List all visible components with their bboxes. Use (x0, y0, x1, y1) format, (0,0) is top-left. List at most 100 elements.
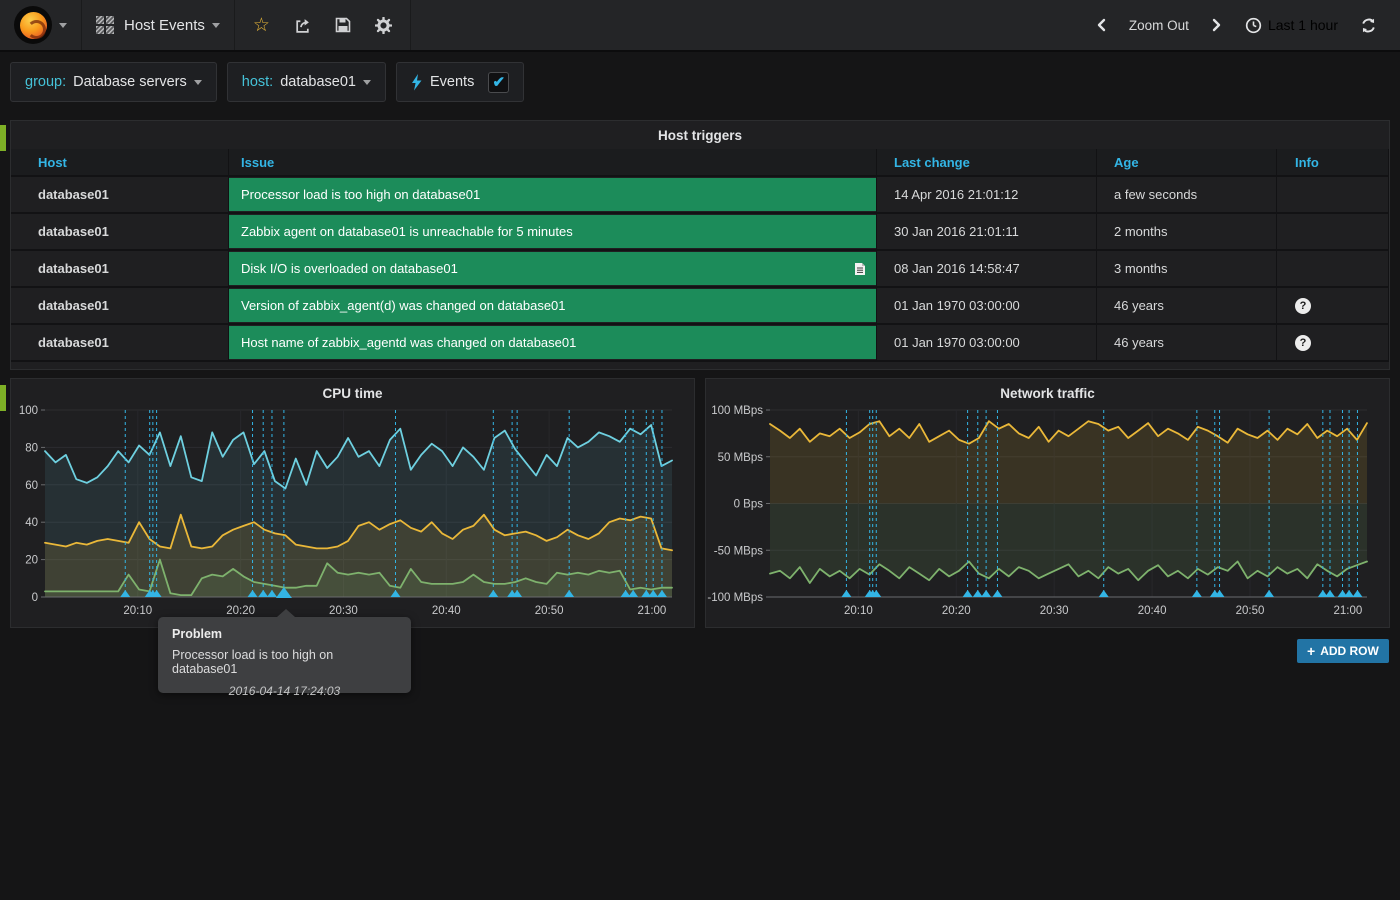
annotation-marker[interactable] (1352, 590, 1362, 597)
annotation-marker[interactable] (841, 590, 851, 597)
table-row: database01 Host name of zabbix_agentd wa… (11, 325, 1389, 362)
host-triggers-panel: Host triggers Host Issue Last change Age… (10, 120, 1390, 370)
time-range-picker[interactable]: Last 1 hour (1236, 0, 1347, 51)
dashboard-actions: ☆ (235, 0, 411, 50)
age-cell: 46 years (1097, 325, 1277, 362)
last-change-cell: 08 Jan 2016 14:58:47 (877, 251, 1097, 288)
grafana-menu[interactable] (0, 0, 82, 50)
variable-host-value: database01 (280, 74, 356, 90)
annotation-events-toggle[interactable]: Events ✔ (396, 62, 524, 102)
zoom-out-button[interactable]: Zoom Out (1120, 0, 1198, 51)
info-cell (1277, 177, 1389, 214)
series-fill-yellow (770, 421, 1367, 503)
time-range-label: Last 1 hour (1268, 17, 1338, 33)
column-header-info[interactable]: Info (1277, 149, 1389, 177)
save-button[interactable] (323, 0, 363, 51)
cpu-time-chart[interactable]: 02040608010020:1020:2020:3020:4020:5021:… (11, 403, 690, 623)
column-header-issue[interactable]: Issue (229, 149, 877, 177)
chevron-down-icon (363, 80, 371, 85)
variable-host-dropdown[interactable]: host: database01 (227, 62, 386, 102)
row-handle-graphs[interactable] (0, 385, 6, 411)
top-navbar: Host Events ☆ Zoom Out (0, 0, 1400, 52)
annotation-marker[interactable] (973, 590, 983, 597)
help-circle-icon[interactable]: ? (1295, 298, 1311, 314)
column-header-host[interactable]: Host (11, 149, 229, 177)
x-axis-label: 20:20 (226, 605, 255, 617)
annotation-marker[interactable] (1344, 590, 1354, 597)
y-axis-label: 0 (32, 592, 38, 604)
y-axis-label: 60 (25, 480, 38, 492)
share-button[interactable] (282, 0, 323, 51)
share-icon (294, 17, 311, 34)
last-change-cell: 30 Jan 2016 21:01:11 (877, 214, 1097, 251)
table-header-row: Host Issue Last change Age Info (11, 149, 1389, 177)
add-row-button[interactable]: + ADD ROW (1297, 639, 1389, 663)
time-shift-forward-button[interactable] (1202, 0, 1232, 51)
issue-cell: Processor load is too high on database01 (229, 177, 877, 214)
chevron-down-icon (212, 23, 220, 28)
info-cell: ? (1277, 325, 1389, 362)
panel-title[interactable]: CPU time (11, 379, 694, 401)
last-change-cell: 14 Apr 2016 21:01:12 (877, 177, 1097, 214)
age-cell: 3 months (1097, 251, 1277, 288)
y-axis-label: 20 (25, 555, 38, 567)
x-axis-label: 20:30 (329, 605, 358, 617)
chart-svg: 02040608010020:1020:2020:3020:4020:5021:… (11, 403, 690, 623)
annotation-marker[interactable] (1192, 590, 1202, 597)
variable-host-label: host: (242, 74, 273, 90)
grafana-logo-icon (14, 6, 52, 44)
annotation-marker[interactable] (992, 590, 1002, 597)
check-icon: ✔ (493, 75, 506, 90)
panel-title[interactable]: Host triggers (11, 121, 1389, 143)
annotation-marker[interactable] (981, 590, 991, 597)
cpu-time-panel: CPU time 02040608010020:1020:2020:3020:4… (10, 378, 695, 628)
dashboard-title-menu[interactable]: Host Events (82, 0, 235, 50)
x-axis-label: 20:30 (1040, 605, 1069, 617)
refresh-button[interactable] (1351, 0, 1386, 51)
age-cell: 2 months (1097, 214, 1277, 251)
events-label: Events (430, 74, 474, 90)
age-cell: 46 years (1097, 288, 1277, 325)
issue-text: Zabbix agent on database01 is unreachabl… (241, 224, 573, 239)
settings-button[interactable] (363, 0, 404, 51)
annotation-marker[interactable] (1325, 590, 1335, 597)
info-cell (1277, 214, 1389, 251)
panel-title[interactable]: Network traffic (706, 379, 1389, 401)
column-header-age[interactable]: Age (1097, 149, 1277, 177)
dashboard-grid-icon (96, 16, 114, 34)
dashboard-title: Host Events (124, 17, 205, 34)
help-circle-icon[interactable]: ? (1295, 335, 1311, 351)
annotation-marker[interactable] (963, 590, 973, 597)
x-axis-label: 20:20 (942, 605, 971, 617)
variable-group-dropdown[interactable]: group: Database servers (10, 62, 217, 102)
triggers-table: Host Issue Last change Age Info database… (11, 149, 1389, 362)
chevron-down-icon (59, 23, 67, 28)
row-handle-triggers[interactable] (0, 125, 6, 151)
plus-icon: + (1307, 643, 1315, 659)
refresh-icon (1360, 17, 1377, 34)
issue-cell: Zabbix agent on database01 is unreachabl… (229, 214, 877, 251)
annotation-tooltip: Problem Processor load is too high on da… (158, 617, 411, 693)
issue-cell: Version of zabbix_agent(d) was changed o… (229, 288, 877, 325)
star-button[interactable]: ☆ (241, 0, 282, 51)
network-traffic-chart[interactable]: -100 MBps-50 MBps0 Bps50 MBps100 MBps20:… (706, 403, 1385, 623)
x-axis-label: 20:10 (123, 605, 152, 617)
variable-group-value: Database servers (73, 74, 187, 90)
column-header-last-change[interactable]: Last change (877, 149, 1097, 177)
issue-text: Host name of zabbix_agentd was changed o… (241, 335, 576, 350)
y-axis-label: -50 MBps (714, 545, 763, 557)
save-icon (335, 17, 351, 33)
annotation-marker[interactable] (1099, 590, 1109, 597)
y-axis-label: 80 (25, 442, 38, 454)
info-cell (1277, 251, 1389, 288)
last-change-cell: 01 Jan 1970 03:00:00 (877, 325, 1097, 362)
y-axis-label: 100 (19, 405, 38, 417)
y-axis-label: -100 MBps (707, 592, 763, 604)
x-axis-label: 21:00 (638, 605, 667, 617)
time-shift-back-button[interactable] (1086, 0, 1116, 51)
series-fill-green (770, 504, 1367, 584)
events-checkbox[interactable]: ✔ (488, 72, 509, 93)
annotation-marker[interactable] (1264, 590, 1274, 597)
document-icon[interactable] (854, 262, 866, 276)
add-row-label: ADD ROW (1320, 644, 1379, 658)
